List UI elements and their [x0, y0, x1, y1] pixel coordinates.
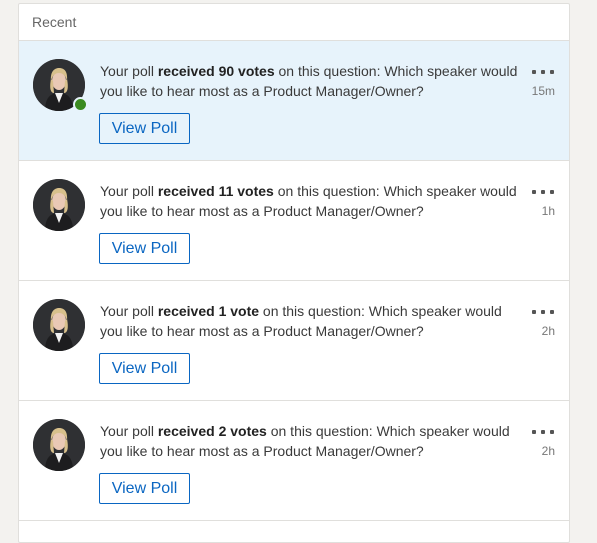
dot [550, 430, 554, 434]
notifications-panel: Recent Your poll received 90 votes on th… [18, 3, 570, 543]
profile-photo-icon [33, 419, 85, 471]
more-options-icon[interactable] [532, 427, 554, 437]
profile-photo-icon [33, 179, 85, 231]
avatar[interactable] [33, 299, 85, 351]
notification-prefix: Your poll [100, 63, 158, 79]
profile-photo-icon [33, 299, 85, 351]
notification-prefix: Your poll [100, 183, 158, 199]
section-header-recent: Recent [19, 4, 569, 41]
dot [541, 190, 545, 194]
more-options-icon[interactable] [532, 67, 554, 77]
dot [541, 430, 545, 434]
notification-item[interactable]: Your poll received 11 votes on this ques… [19, 161, 569, 281]
dot [550, 310, 554, 314]
notification-item[interactable]: Your poll received 90 votes on this ques… [19, 41, 569, 161]
dot [532, 310, 536, 314]
dot [550, 70, 554, 74]
avatar[interactable] [33, 179, 85, 231]
dot [541, 70, 545, 74]
online-status-icon [73, 97, 88, 112]
notification-text[interactable]: Your poll received 1 vote on this questi… [100, 301, 520, 341]
view-poll-button[interactable]: View Poll [99, 113, 190, 144]
notification-highlight: received 11 votes [157, 183, 274, 199]
avatar-container[interactable] [33, 299, 85, 351]
view-poll-button[interactable]: View Poll [99, 233, 190, 264]
avatar-container[interactable] [33, 59, 88, 112]
avatar-container[interactable] [33, 179, 85, 231]
more-options-icon[interactable] [532, 187, 554, 197]
notification-item[interactable]: Your poll received 2 votes on this quest… [19, 401, 569, 521]
notification-prefix: Your poll [100, 423, 158, 439]
view-poll-button[interactable]: View Poll [99, 473, 190, 504]
notification-prefix: Your poll [100, 303, 158, 319]
notification-text[interactable]: Your poll received 90 votes on this ques… [100, 61, 520, 101]
notification-item[interactable]: Your poll received 1 vote on this questi… [19, 281, 569, 401]
notification-time: 2h [541, 324, 555, 338]
dot [532, 430, 536, 434]
avatar-container[interactable] [33, 419, 85, 471]
notification-text[interactable]: Your poll received 11 votes on this ques… [100, 181, 520, 221]
notification-highlight: received 2 votes [157, 423, 267, 439]
avatar[interactable] [33, 419, 85, 471]
notification-list: Your poll received 90 votes on this ques… [19, 41, 569, 521]
dot [532, 70, 536, 74]
view-poll-button[interactable]: View Poll [99, 353, 190, 384]
notification-time: 1h [541, 204, 555, 218]
notification-time: 15m [531, 84, 555, 98]
dot [541, 310, 545, 314]
more-options-icon[interactable] [532, 307, 554, 317]
notification-highlight: received 90 votes [157, 63, 275, 79]
dot [550, 190, 554, 194]
notification-highlight: received 1 vote [157, 303, 260, 319]
notification-time: 2h [541, 444, 555, 458]
dot [532, 190, 536, 194]
notification-text[interactable]: Your poll received 2 votes on this quest… [100, 421, 520, 461]
